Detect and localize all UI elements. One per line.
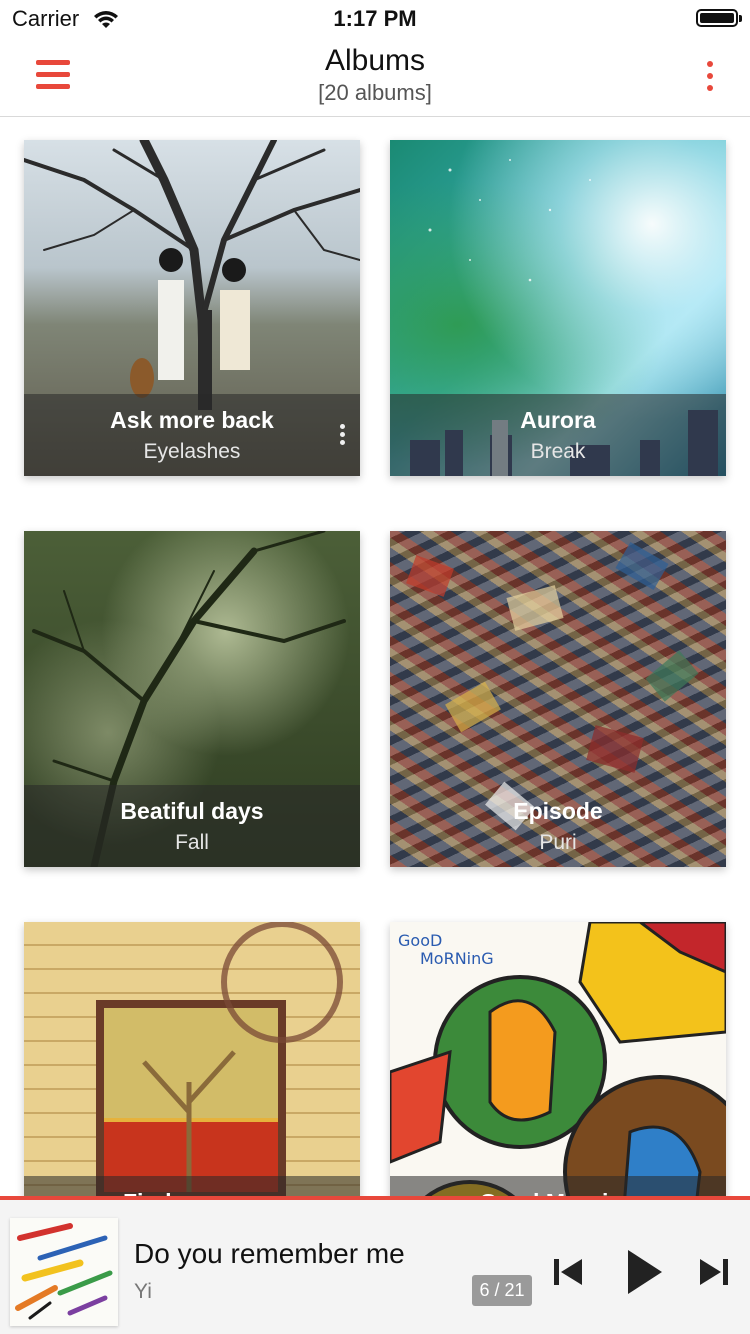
album-title: Episode — [513, 798, 603, 824]
album-title: Aurora — [520, 407, 596, 433]
album-card[interactable]: Ask more back Eyelashes — [24, 140, 360, 476]
album-card[interactable]: Aurora Break — [390, 140, 726, 476]
now-playing-artist: Yi — [134, 1280, 152, 1303]
track-position-badge: 6 / 21 — [472, 1275, 532, 1306]
album-card[interactable]: Episode Puri — [390, 531, 726, 867]
page-title: Albums — [324, 44, 426, 77]
skip-previous-icon[interactable] — [552, 1256, 584, 1288]
now-playing-bar[interactable]: Do you remember me Yi 6 / 21 — [0, 1196, 750, 1334]
more-vertical-icon[interactable] — [700, 58, 720, 94]
navbar: Albums [20 albums] — [0, 40, 750, 117]
album-artist: Puri — [539, 831, 577, 854]
now-playing-cover — [10, 1218, 118, 1326]
clock: 1:17 PM — [333, 6, 417, 31]
album-more-icon[interactable] — [340, 424, 346, 446]
svg-text:MoRNinG: MoRNinG — [420, 949, 494, 968]
album-artist: Break — [530, 440, 586, 463]
now-playing-title: Do you remember me — [134, 1238, 405, 1269]
status-bar: Carrier 1:17 PM — [0, 0, 750, 40]
play-icon[interactable] — [624, 1248, 664, 1296]
svg-text:GooD: GooD — [398, 931, 442, 950]
album-artist: Fall — [175, 831, 209, 854]
skip-next-icon[interactable] — [698, 1256, 730, 1288]
album-count: [20 albums] — [318, 80, 432, 105]
album-title: Ask more back — [110, 407, 274, 433]
album-title: Beatiful days — [120, 798, 264, 824]
album-artist: Eyelashes — [143, 440, 241, 463]
album-card[interactable]: Beatiful days Fall — [24, 531, 360, 867]
battery-icon — [696, 9, 742, 27]
